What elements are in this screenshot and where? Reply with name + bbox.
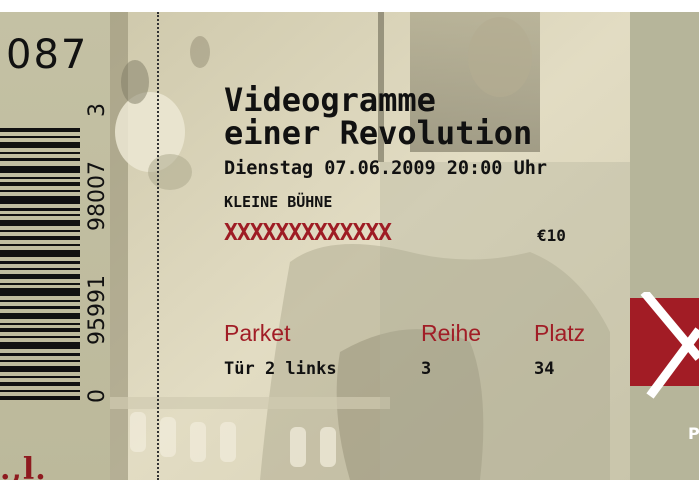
- ticket-stub: 087 0 95991 98007 3 .,l.: [0, 12, 112, 480]
- row-label: Reihe: [421, 320, 482, 346]
- seat-value: 34: [534, 359, 555, 379]
- redacted-mark: XXXXXXXXXXXXX: [224, 220, 392, 246]
- barcode-digit: 0: [85, 389, 110, 403]
- barcode-digit: 3: [85, 103, 110, 117]
- barcode-digit: 98007: [85, 161, 110, 231]
- section-value: Tür 2 links: [224, 359, 337, 379]
- event-datetime: Dienstag 07.06.2009 20:00 Uhr: [224, 158, 548, 179]
- right-panel-letter: P: [688, 424, 699, 443]
- section-label: Parket: [224, 320, 291, 346]
- seat-label: Platz: [534, 320, 586, 346]
- row-value: 3: [421, 359, 432, 379]
- barcode-icon: [0, 128, 80, 400]
- price: €10: [537, 226, 566, 245]
- perforation-line: [157, 12, 159, 480]
- barcode-number: 0 95991 98007 3: [78, 103, 110, 408]
- right-panel: [630, 12, 699, 480]
- x-logo-icon: [640, 292, 699, 399]
- event-title-line-2: einer Revolution: [224, 114, 533, 152]
- venue: KLEINE BÜHNE: [224, 193, 333, 211]
- serial-number: 087: [6, 32, 89, 78]
- barcode-digit: 95991: [85, 275, 110, 345]
- event-ticket: 087 0 95991 98007 3 .,l. P Videogramme e…: [0, 0, 699, 502]
- logo: .,l.: [0, 452, 47, 480]
